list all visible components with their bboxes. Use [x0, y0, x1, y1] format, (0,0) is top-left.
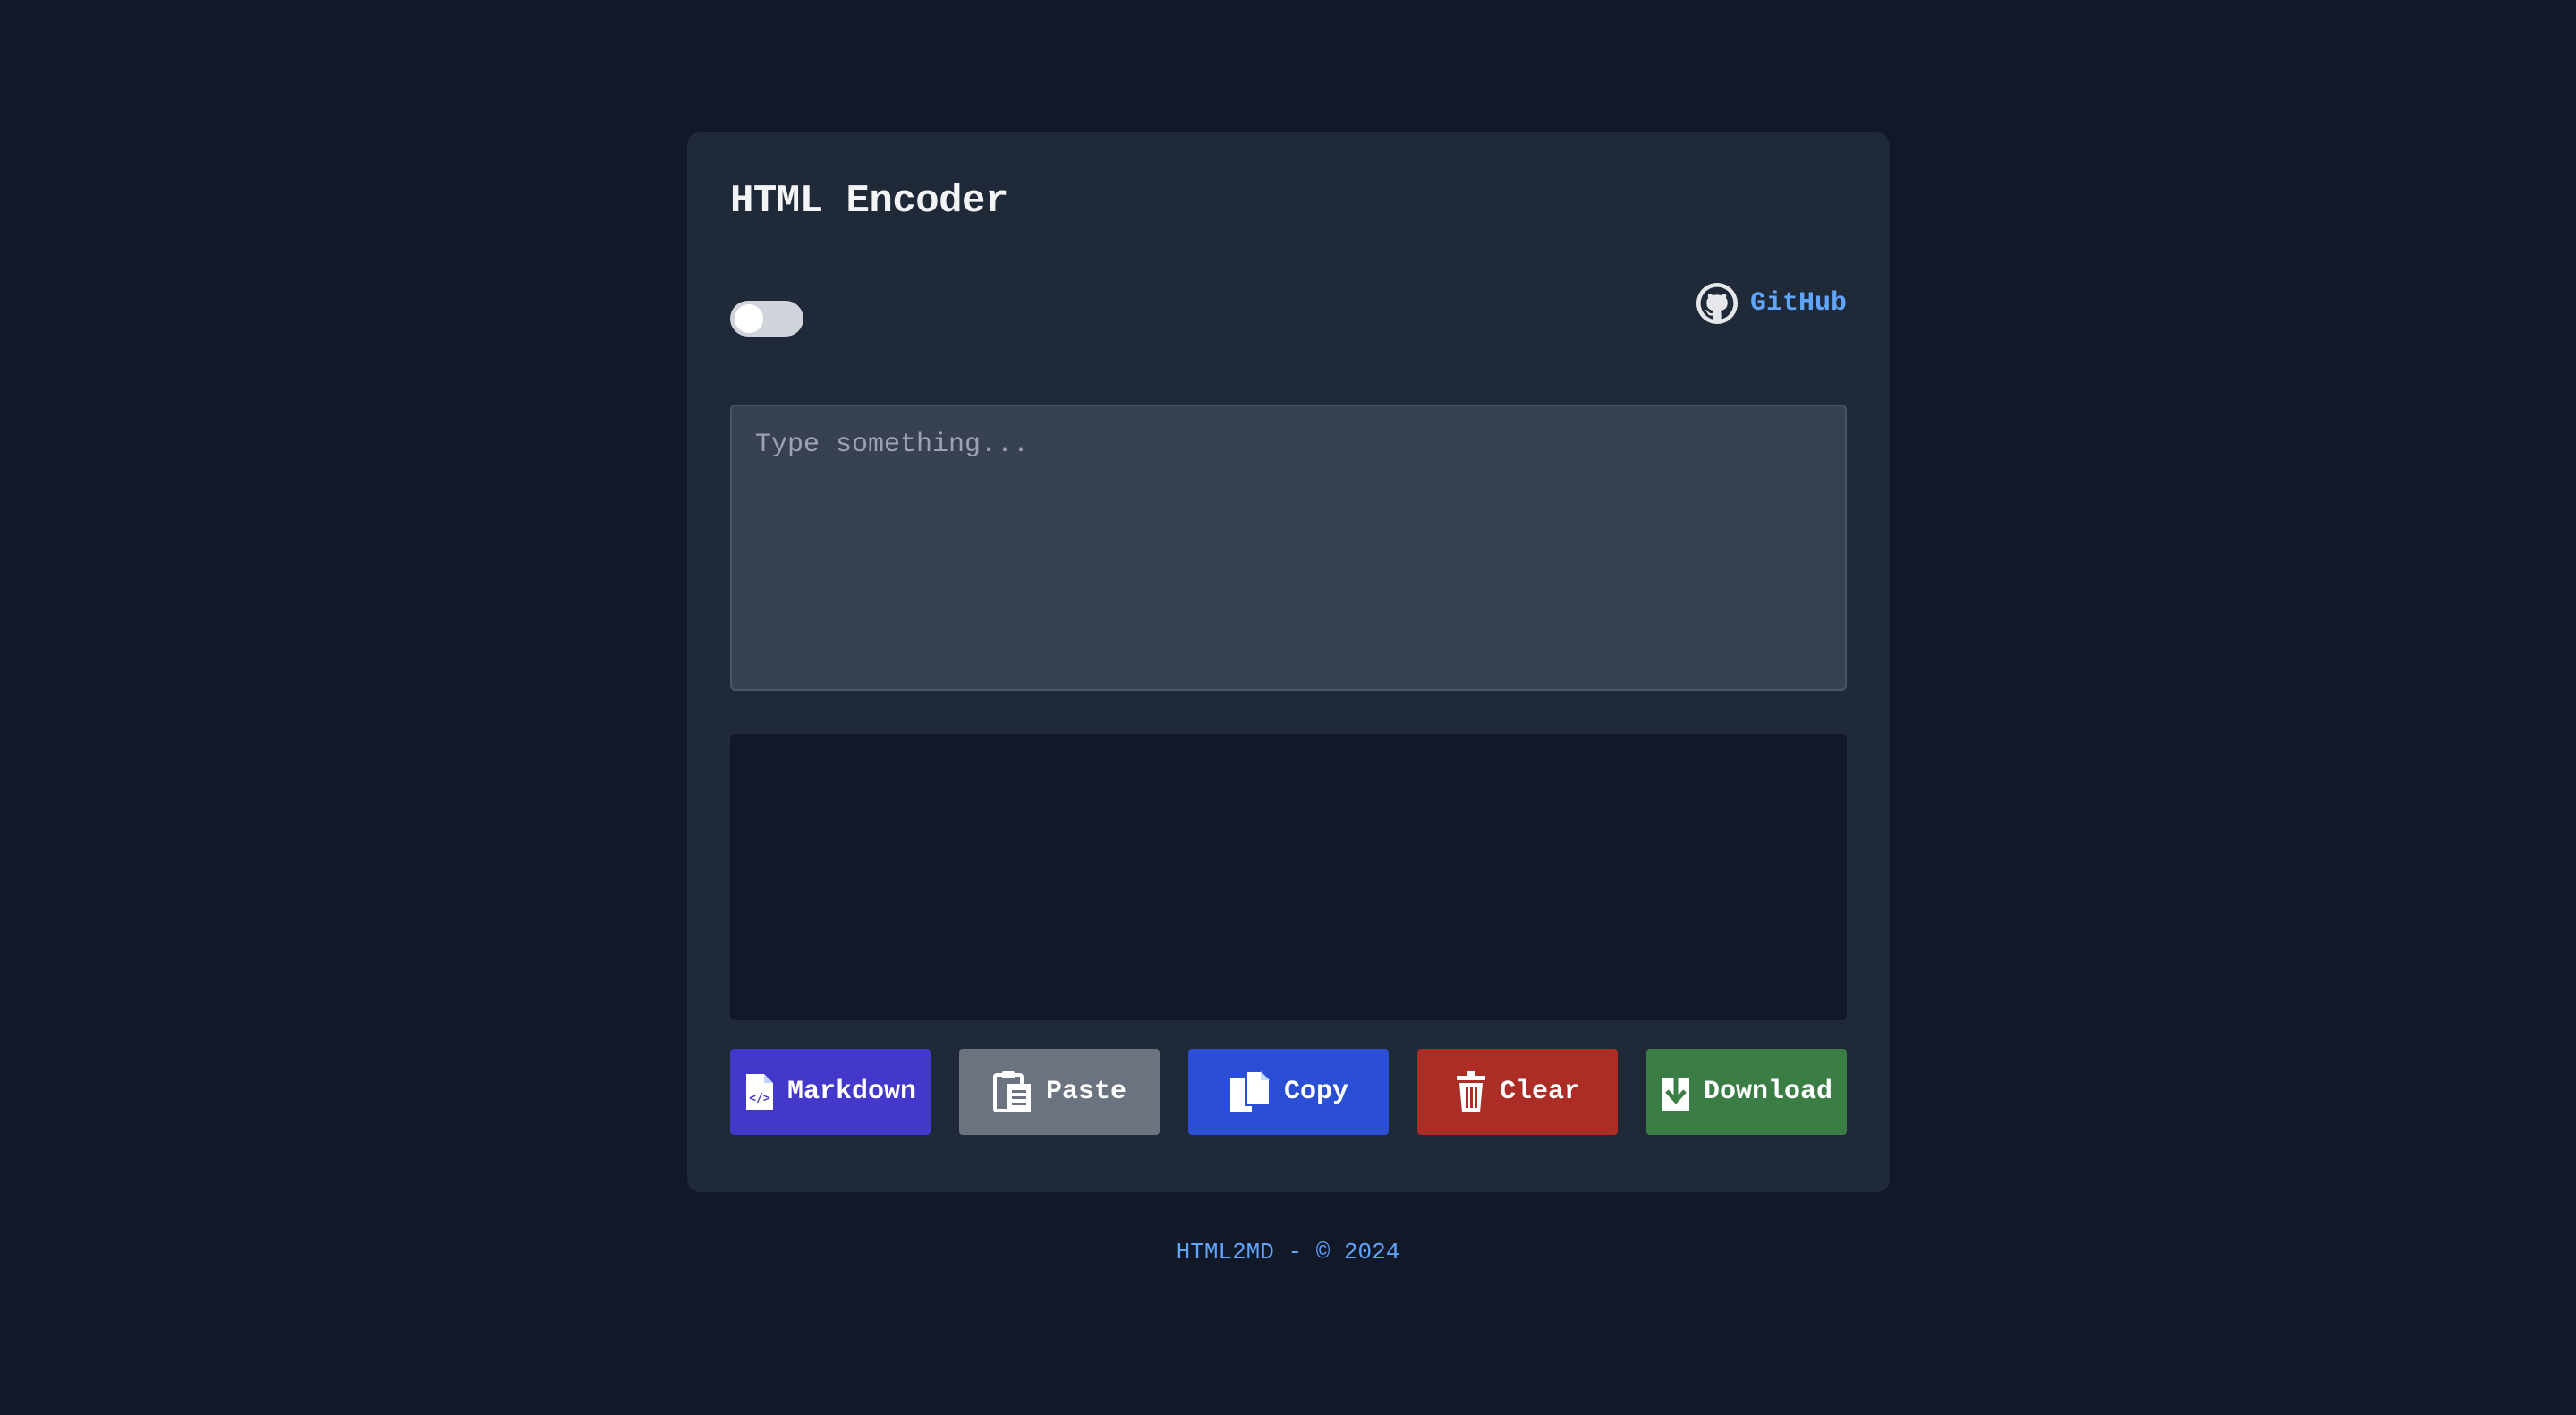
page-title: HTML Encoder [730, 179, 1008, 224]
paste-label: Paste [1045, 1077, 1126, 1107]
clipboard-icon [992, 1071, 1031, 1112]
markdown-button[interactable]: </> Markdown [730, 1049, 931, 1135]
toggle-knob [735, 304, 763, 333]
github-icon [1696, 283, 1738, 324]
download-button[interactable]: Download [1646, 1049, 1847, 1135]
action-buttons: </> Markdown Paste Copy Clear Download [730, 1049, 1847, 1135]
trash-icon [1456, 1071, 1485, 1112]
file-code-icon: </> [745, 1074, 773, 1110]
markdown-label: Markdown [786, 1077, 917, 1107]
main-card: HTML Encoder GitHub </> Markdown [687, 132, 1890, 1192]
download-label: Download [1703, 1077, 1833, 1107]
html-input[interactable] [730, 405, 1847, 691]
copy-icon [1229, 1070, 1271, 1112]
theme-toggle[interactable] [730, 301, 803, 337]
markdown-output[interactable] [730, 734, 1847, 1020]
copy-label: Copy [1283, 1077, 1348, 1107]
github-label: GitHub [1749, 288, 1847, 319]
copy-button[interactable]: Copy [1188, 1049, 1389, 1135]
clear-button[interactable]: Clear [1417, 1049, 1618, 1135]
svg-text:</>: </> [749, 1092, 770, 1105]
footer-text: HTML2MD - © 2024 [1176, 1239, 1400, 1266]
paste-button[interactable]: Paste [959, 1049, 1160, 1135]
download-icon [1662, 1073, 1689, 1111]
clear-label: Clear [1499, 1077, 1580, 1107]
github-link[interactable]: GitHub [1696, 283, 1847, 324]
